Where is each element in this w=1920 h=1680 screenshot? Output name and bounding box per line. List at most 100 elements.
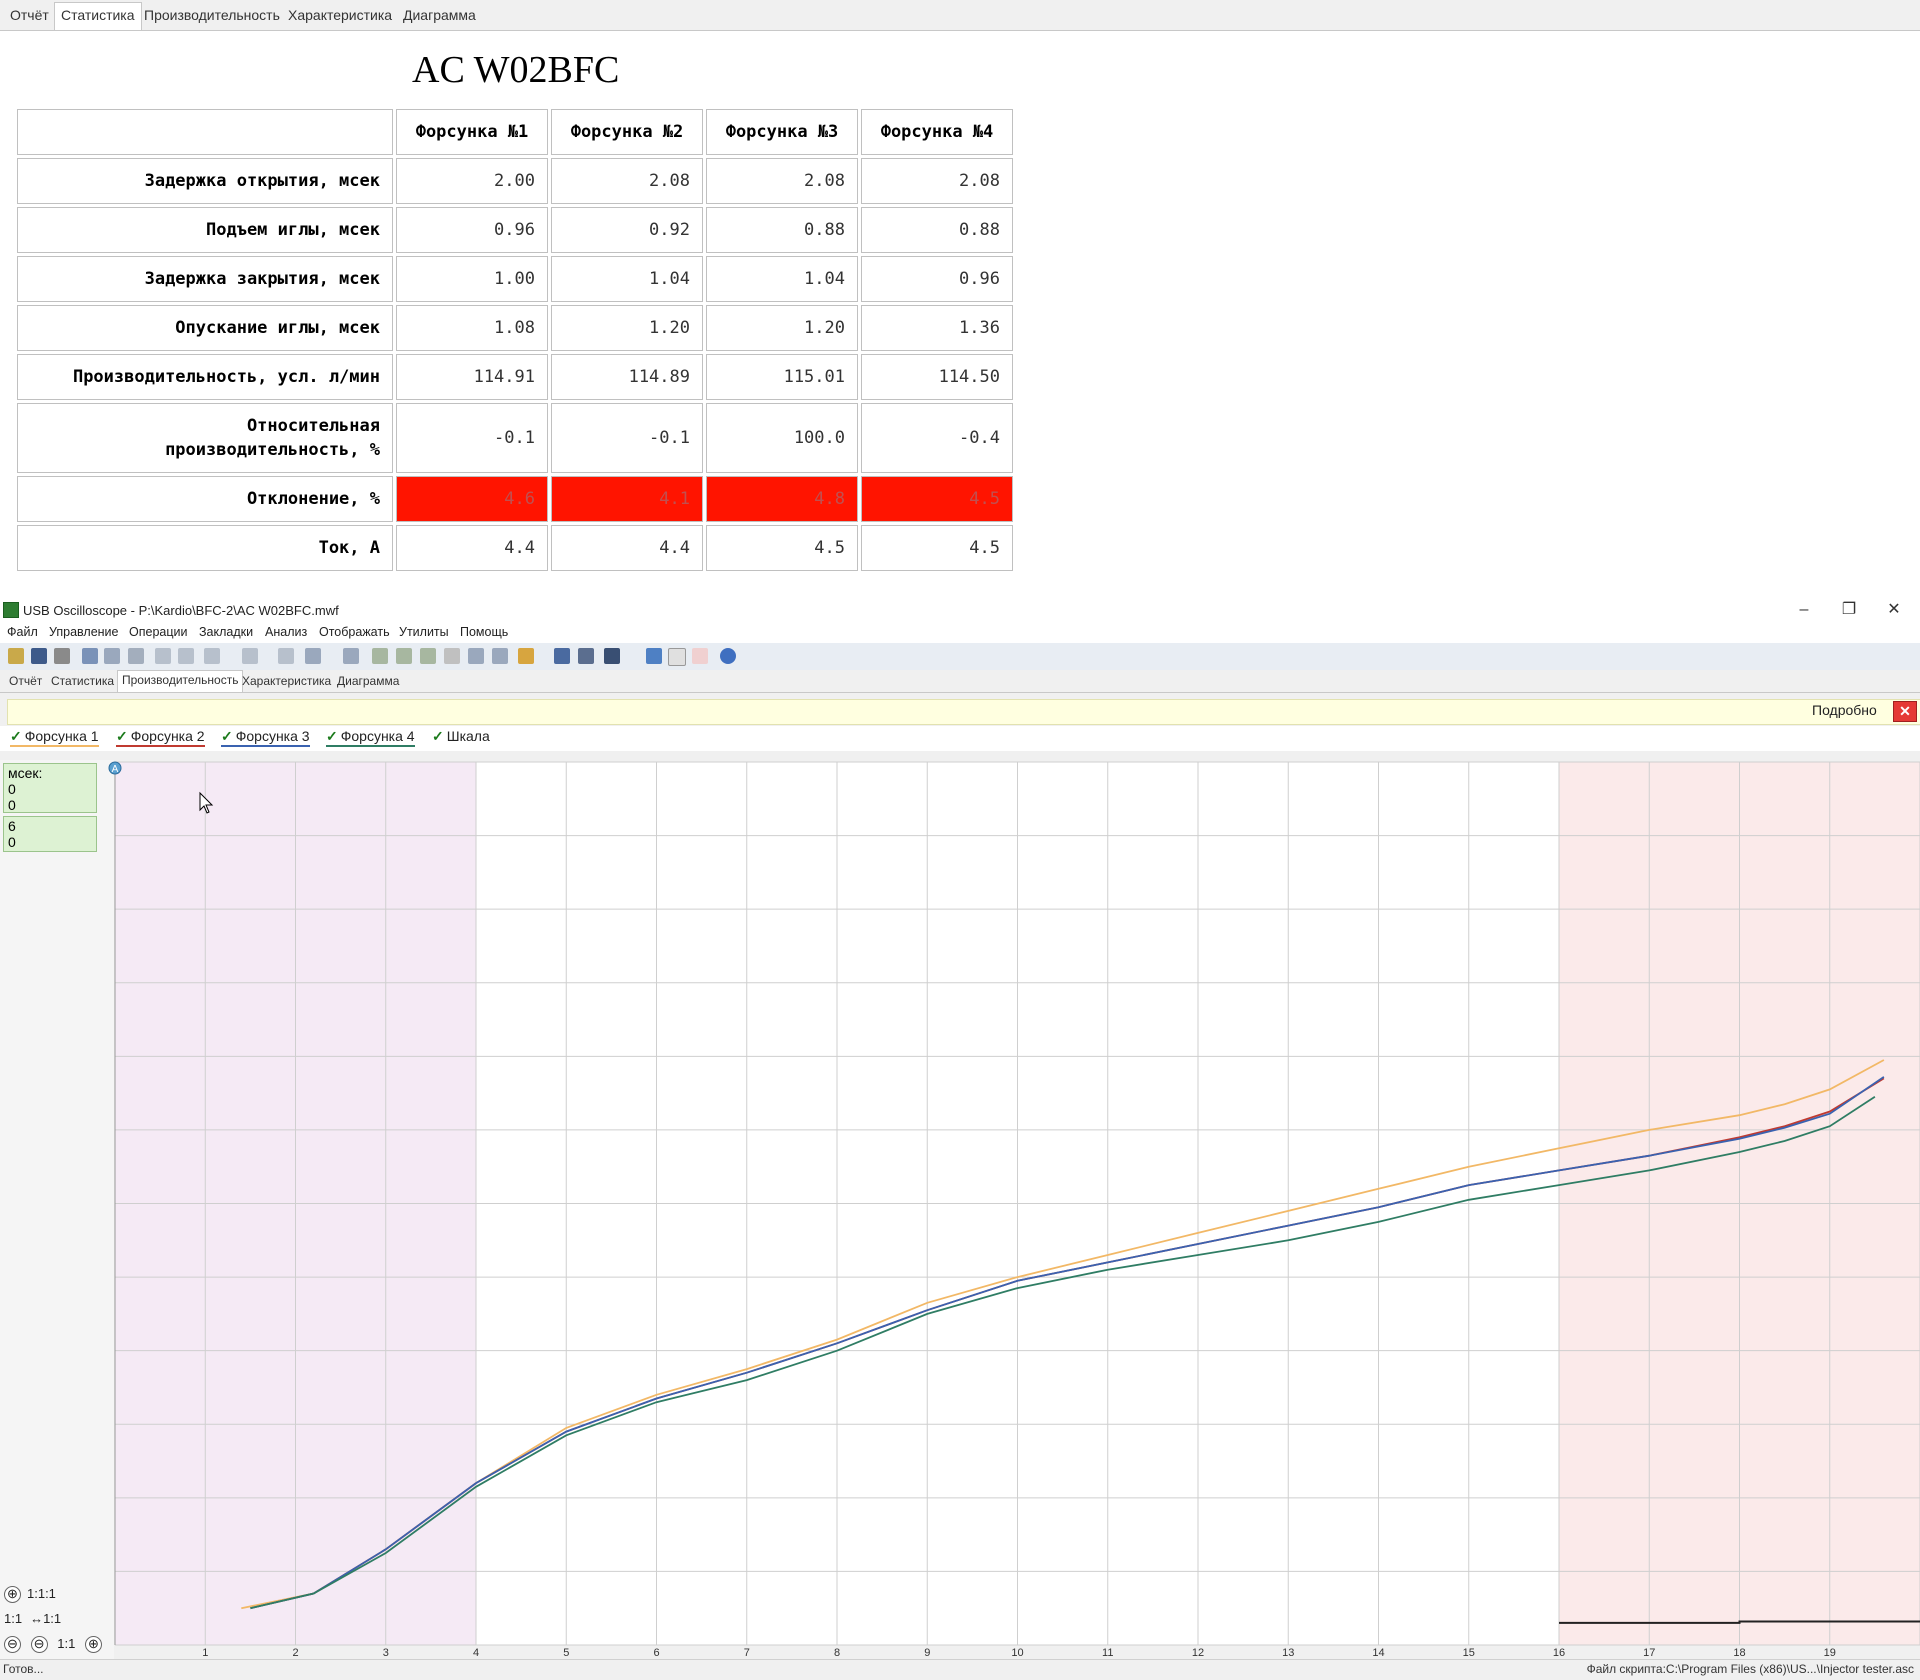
document-icon[interactable] bbox=[444, 648, 460, 664]
table-row: Задержка закрытия, мсек 1.00 1.04 1.04 0.96 bbox=[17, 256, 1013, 302]
report-tab-bar: Отчёт Статистика Производительность Хара… bbox=[0, 0, 1920, 31]
script-path: Файл скрипта:C:\Program Files (x86)\US..… bbox=[1586, 1662, 1914, 1676]
legend-item-injector-3[interactable]: ✓ Форсунка 3 bbox=[221, 728, 310, 747]
menu-analysis[interactable]: Анализ bbox=[265, 625, 307, 639]
table-corner-cell bbox=[17, 109, 393, 155]
value-cell: 0.96 bbox=[861, 256, 1013, 302]
paste-icon[interactable] bbox=[104, 648, 120, 664]
x-tick-label: 12 bbox=[1192, 1647, 1204, 1659]
close-icon[interactable]: ✕ bbox=[1874, 598, 1914, 622]
check-all-icon[interactable] bbox=[396, 648, 412, 664]
value-cell: -0.4 bbox=[861, 403, 1013, 473]
cursor-a-label: A bbox=[112, 764, 119, 775]
zoom-row-1: ⊕ 1:1:1 bbox=[4, 1586, 56, 1603]
marker-icon[interactable] bbox=[155, 648, 171, 664]
trace-down-icon[interactable] bbox=[204, 648, 220, 664]
page-icon[interactable] bbox=[668, 648, 686, 666]
zoom-1to1-button[interactable]: 1:1 bbox=[57, 1636, 75, 1651]
open-icon[interactable] bbox=[8, 648, 24, 664]
value-cell: 1.08 bbox=[396, 305, 548, 351]
move-icon[interactable] bbox=[178, 648, 194, 664]
zoom-fit-button[interactable]: 1:1 bbox=[4, 1611, 22, 1626]
status-text: Готов... bbox=[3, 1662, 44, 1676]
value-cell: 4.1 bbox=[551, 476, 703, 522]
zoom-ratio: 1:1:1 bbox=[27, 1586, 56, 1601]
checkbox-icon: ✓ bbox=[432, 728, 444, 744]
zoom-row-2: 1:1 ↔1:1 bbox=[4, 1611, 61, 1626]
record-icon[interactable] bbox=[578, 648, 594, 664]
row-label: Относительная производительность, % bbox=[17, 403, 393, 473]
row-label: Подъем иглы, мсек bbox=[17, 207, 393, 253]
value-cell: 0.96 bbox=[396, 207, 548, 253]
legend-item-scale[interactable]: ✓ Шкала bbox=[432, 728, 490, 745]
value-cell: 0.92 bbox=[551, 207, 703, 253]
tab-report[interactable]: Отчёт bbox=[5, 673, 46, 690]
menu-file[interactable]: Файл bbox=[7, 625, 38, 639]
legend-item-injector-1[interactable]: ✓ Форсунка 1 bbox=[10, 728, 99, 747]
window-tab-bar: Отчёт Статистика Производительность Хара… bbox=[0, 670, 1920, 693]
zoom-plus-icon[interactable]: ⊕ bbox=[4, 1586, 21, 1603]
table-row: Производительность, усл. л/мин 114.91 114.… bbox=[17, 354, 1013, 400]
x-tick-label: 1 bbox=[202, 1647, 208, 1659]
zoom-out-icon[interactable]: ⊖ bbox=[30, 1636, 48, 1653]
zoom-out-icon[interactable] bbox=[343, 648, 359, 664]
value-cell: 114.89 bbox=[551, 354, 703, 400]
legend-item-injector-4[interactable]: ✓ Форсунка 4 bbox=[326, 728, 415, 747]
menu-display[interactable]: Отображать bbox=[319, 625, 390, 639]
x-tick-label: 14 bbox=[1372, 1647, 1384, 1659]
menu-bookmarks[interactable]: Закладки bbox=[199, 625, 253, 639]
legend-item-injector-2[interactable]: ✓ Форсунка 2 bbox=[116, 728, 205, 747]
tab-statistics[interactable]: Статистика bbox=[47, 673, 118, 690]
help-icon[interactable] bbox=[720, 648, 736, 664]
details-button[interactable]: Подробно bbox=[1812, 702, 1877, 718]
trace-up-icon[interactable] bbox=[242, 648, 258, 664]
x-tick-label: 4 bbox=[473, 1647, 479, 1659]
undo-icon[interactable] bbox=[278, 648, 294, 664]
x-tick-label: 18 bbox=[1733, 1647, 1745, 1659]
zoom-out-icon[interactable]: ⊖ bbox=[4, 1636, 21, 1653]
row-label: Отклонение, % bbox=[17, 476, 393, 522]
table-row: Опускание иглы, мсек 1.08 1.20 1.20 1.36 bbox=[17, 305, 1013, 351]
check-icon[interactable] bbox=[372, 648, 388, 664]
delete-icon[interactable] bbox=[692, 648, 708, 664]
minimize-icon[interactable]: – bbox=[1784, 598, 1824, 622]
report-tab-diagram[interactable]: Диаграмма bbox=[397, 5, 482, 26]
cut-icon[interactable] bbox=[128, 648, 144, 664]
tab-characteristic[interactable]: Характеристика bbox=[238, 673, 335, 690]
column-header: Форсунка №3 bbox=[706, 109, 858, 155]
check-next-icon[interactable] bbox=[420, 648, 436, 664]
row-label: Производительность, усл. л/мин bbox=[17, 354, 393, 400]
report-tab-statistics[interactable]: Статистика bbox=[54, 2, 142, 30]
zoom-in-icon[interactable] bbox=[305, 648, 321, 664]
menu-help[interactable]: Помощь bbox=[460, 625, 508, 639]
print-icon[interactable] bbox=[54, 648, 70, 664]
menu-utilities[interactable]: Утилиты bbox=[399, 625, 449, 639]
stop-icon[interactable] bbox=[468, 648, 484, 664]
statistics-table: Форсунка №1 Форсунка №2 Форсунка №3 Форс… bbox=[14, 106, 1016, 574]
folder-icon[interactable] bbox=[518, 648, 534, 664]
copy-icon[interactable] bbox=[82, 648, 98, 664]
value-cell: 115.01 bbox=[706, 354, 858, 400]
report-tab-characteristic[interactable]: Характеристика bbox=[282, 5, 398, 26]
menu-control[interactable]: Управление bbox=[49, 625, 119, 639]
chart-icon[interactable] bbox=[646, 648, 662, 664]
zoom-add-icon[interactable]: ⊕ bbox=[84, 1636, 102, 1653]
x-tick-label: 7 bbox=[744, 1647, 750, 1659]
export-icon[interactable] bbox=[492, 648, 508, 664]
play-icon[interactable] bbox=[554, 648, 570, 664]
table-row: Относительная производительность, % -0.1-… bbox=[17, 403, 1013, 473]
menu-operations[interactable]: Операции bbox=[129, 625, 187, 639]
tab-diagram[interactable]: Диаграмма bbox=[333, 673, 403, 690]
save-icon[interactable] bbox=[31, 648, 47, 664]
performance-chart[interactable]: 1 2 3 4 5 6 7 8 9 10 11 12 13 14 15 16 17 18 19A bbox=[0, 760, 1920, 1659]
tab-performance[interactable]: Производительность bbox=[117, 670, 244, 692]
report-tab-report[interactable]: Отчёт bbox=[4, 5, 55, 26]
monitor-icon[interactable] bbox=[604, 648, 620, 664]
report-tab-performance[interactable]: Производительность bbox=[138, 5, 286, 26]
close-info-icon[interactable]: ✕ bbox=[1893, 701, 1917, 722]
table-header-row: Форсунка №1 Форсунка №2 Форсунка №3 Форс… bbox=[17, 109, 1013, 155]
x-tick-label: 3 bbox=[383, 1647, 389, 1659]
restore-icon[interactable]: ❐ bbox=[1829, 598, 1869, 622]
value-cell: 1.04 bbox=[551, 256, 703, 302]
value-cell: 0.88 bbox=[706, 207, 858, 253]
